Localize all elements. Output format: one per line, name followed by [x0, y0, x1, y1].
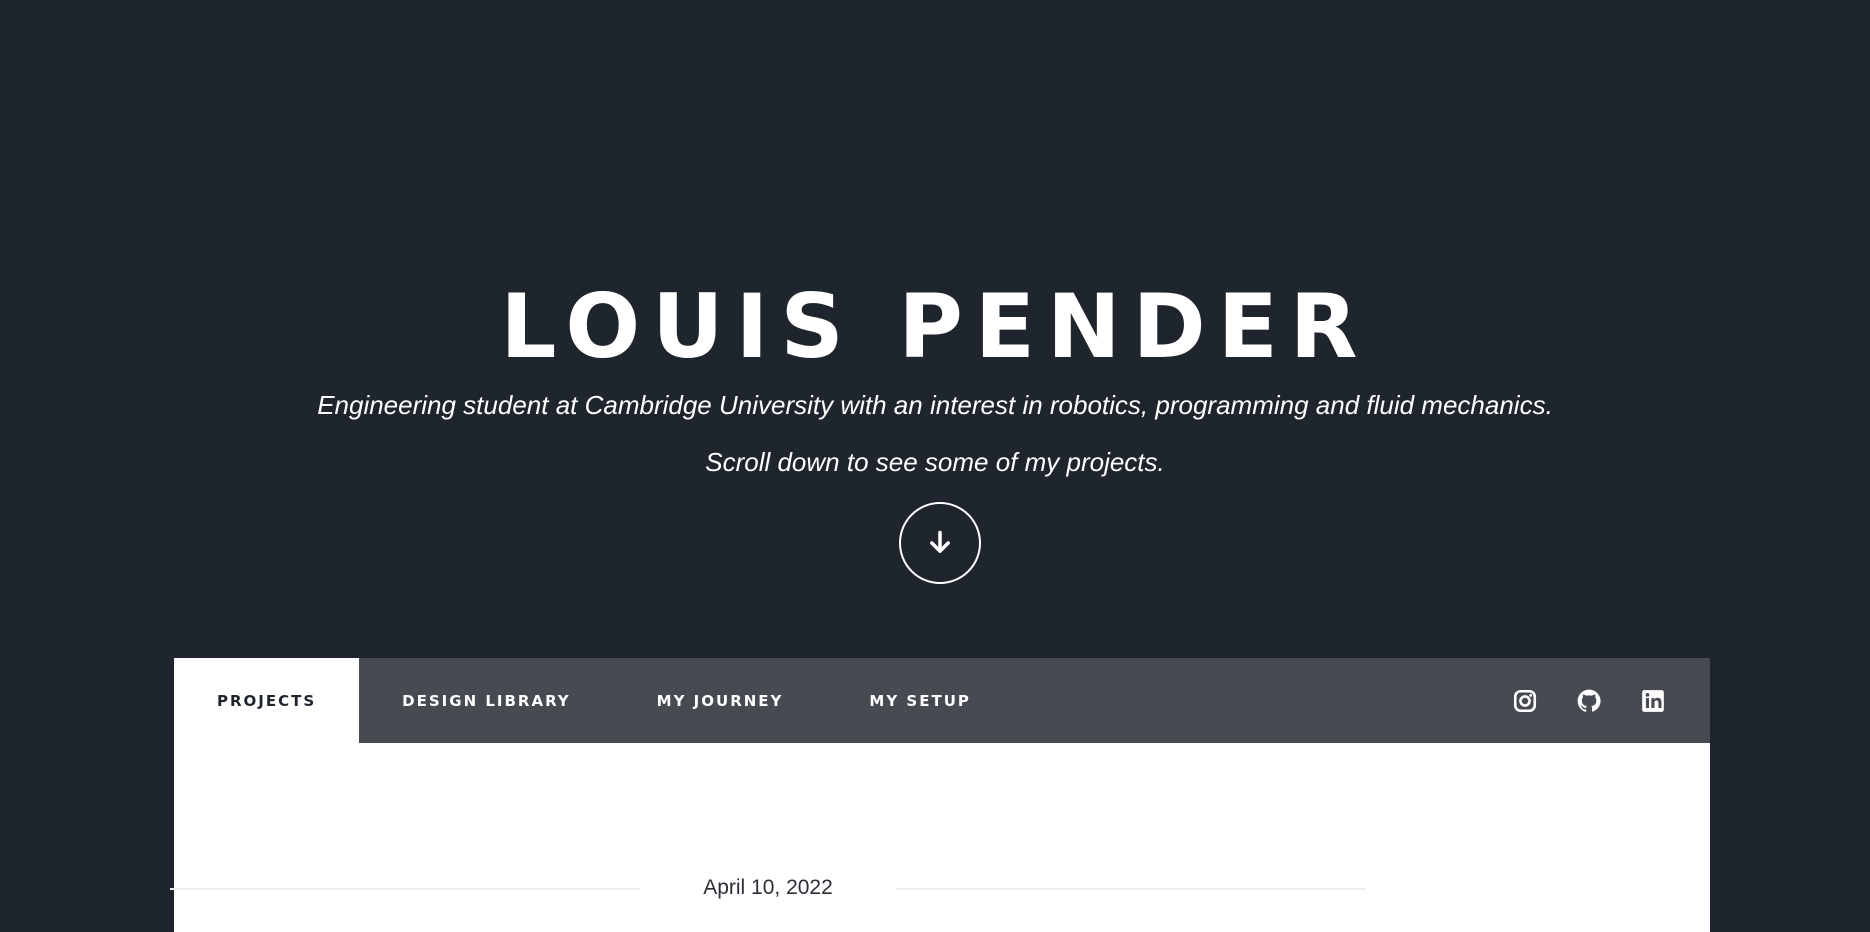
- tab-design-library[interactable]: DESIGN LIBRARY: [359, 658, 614, 743]
- hero-tagline: Engineering student at Cambridge Univers…: [317, 390, 1553, 420]
- tab-my-setup[interactable]: MY SETUP: [826, 658, 1013, 743]
- hero-section: LOUIS PENDER Engineering student at Camb…: [0, 0, 1870, 660]
- linkedin-link[interactable]: [1640, 688, 1666, 714]
- date-divider-right: [896, 888, 1366, 890]
- arrow-down-icon: [930, 530, 950, 553]
- tab-projects[interactable]: PROJECTS: [174, 658, 360, 743]
- page-title: LOUIS PENDER: [500, 275, 1370, 378]
- tab-my-journey[interactable]: MY JOURNEY: [614, 658, 827, 743]
- main-navigation: PROJECTS DESIGN LIBRARY MY JOURNEY MY SE…: [174, 658, 1710, 743]
- nav-tabs: PROJECTS DESIGN LIBRARY MY JOURNEY MY SE…: [174, 658, 1014, 743]
- scroll-note: Scroll down to see some of my projects.: [705, 447, 1165, 477]
- linkedin-icon: [1642, 689, 1664, 712]
- content-card: PROJECTS DESIGN LIBRARY MY JOURNEY MY SE…: [174, 658, 1710, 932]
- social-links: [1512, 658, 1666, 743]
- page: LOUIS PENDER Engineering student at Camb…: [0, 0, 1870, 932]
- date-divider-left: [170, 888, 640, 890]
- instagram-link[interactable]: [1512, 688, 1538, 714]
- instagram-icon: [1513, 689, 1537, 712]
- scroll-down-button[interactable]: [899, 502, 981, 584]
- post-date: April 10, 2022: [703, 876, 833, 899]
- github-icon: [1577, 689, 1601, 712]
- github-link[interactable]: [1576, 688, 1602, 714]
